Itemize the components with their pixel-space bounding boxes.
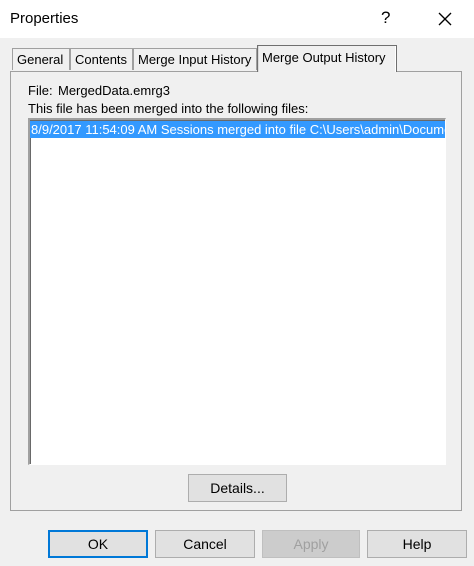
- merge-output-list[interactable]: 8/9/2017 11:54:09 AM Sessions merged int…: [28, 118, 446, 465]
- cancel-button[interactable]: Cancel: [155, 530, 255, 558]
- tab-label: Merge Input History: [138, 52, 252, 67]
- title-bar: Properties ?: [0, 0, 474, 38]
- close-icon[interactable]: [431, 6, 459, 32]
- tab-label: General: [17, 52, 64, 67]
- ok-button[interactable]: OK: [48, 530, 148, 558]
- help-question-button[interactable]: ?: [381, 8, 390, 28]
- tab-merge-output-history[interactable]: Merge Output History: [257, 45, 397, 72]
- tab-merge-input-history[interactable]: Merge Input History: [133, 48, 257, 70]
- merge-description: This file has been merged into the follo…: [28, 101, 309, 116]
- help-button[interactable]: Help: [367, 530, 467, 558]
- apply-button: Apply: [262, 530, 360, 558]
- tab-label: Merge Output History: [262, 50, 386, 65]
- tab-label: Contents: [75, 52, 128, 67]
- tab-contents[interactable]: Contents: [70, 48, 133, 70]
- file-label: File:: [28, 83, 53, 98]
- list-item[interactable]: 8/9/2017 11:54:09 AM Sessions merged int…: [30, 121, 445, 138]
- file-name: MergedData.emrg3: [58, 83, 170, 98]
- tab-general[interactable]: General: [12, 48, 70, 70]
- window-title: Properties: [10, 10, 79, 27]
- details-button[interactable]: Details...: [188, 474, 287, 502]
